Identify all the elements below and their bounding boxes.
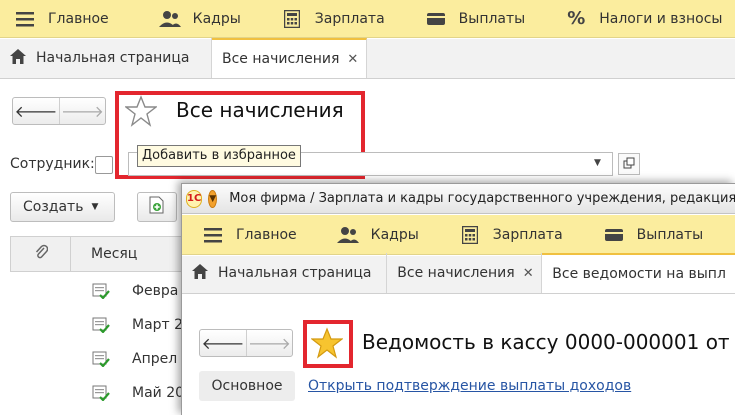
menu-item-taxes[interactable]: % Налоги и взносы <box>535 0 732 38</box>
month-column-header[interactable]: Месяц <box>71 246 137 262</box>
window-titlebar: 1С ▼ Моя фирма / Зарплата и кадры госуда… <box>182 184 735 214</box>
menu-item-label: Главное <box>236 226 297 243</box>
month-cell: Март 2 <box>132 317 184 333</box>
employee-label: Сотрудник: <box>10 156 95 172</box>
arrow-left-icon: 🡐 <box>14 102 58 121</box>
tab-home-label: Начальная страница <box>218 265 372 281</box>
wallet-icon <box>425 8 447 30</box>
tab-bar: Начальная страница Все начисления ✕ <box>0 38 735 79</box>
employee-checkbox[interactable] <box>95 156 113 174</box>
month-cell: Февра <box>132 283 179 299</box>
window-caption: Моя фирма / Зарплата и кадры государстве… <box>229 191 735 206</box>
document-title: Ведомость в кассу 0000-000001 от <box>362 330 730 354</box>
table-header: Месяц <box>10 236 185 272</box>
chevron-down-icon[interactable]: ▼ <box>594 158 601 168</box>
month-cell: Май 20 <box>132 385 185 401</box>
main-section-button[interactable]: Основное <box>199 371 295 401</box>
open-payment-confirmation-link[interactable]: Открыть подтверждение выплаты доходов <box>308 378 631 394</box>
table-row[interactable]: Март 2 <box>10 308 185 342</box>
navigation-buttons: 🡐 🡒 <box>199 329 293 357</box>
tab-home[interactable]: Начальная страница <box>182 253 388 293</box>
paperclip-icon <box>34 244 48 264</box>
add-document-icon <box>149 196 165 218</box>
main-section-label: Основное <box>211 378 283 394</box>
hamburger-icon <box>14 8 36 30</box>
table-row[interactable]: Май 20 <box>10 376 185 410</box>
back-button[interactable]: 🡐 <box>13 98 59 124</box>
tab-label: Все ведомости на выпл <box>552 266 726 282</box>
people-icon <box>336 224 359 246</box>
menu-item-main[interactable]: Главное <box>0 0 119 38</box>
menu-item-salary[interactable]: Зарплата <box>251 0 395 38</box>
app-logo-icon: 1С <box>186 189 203 208</box>
menu-item-label: Налоги и взносы <box>599 10 723 27</box>
percent-icon: % <box>567 8 586 29</box>
people-icon <box>158 8 181 30</box>
menu-item-hr[interactable]: Кадры <box>119 0 251 38</box>
calculator-icon <box>281 8 303 30</box>
menu-item-hr[interactable]: Кадры <box>307 216 429 254</box>
wallet-icon <box>603 224 625 246</box>
favorite-tooltip: Добавить в избранное <box>137 145 301 167</box>
chevron-down-icon: ▼ <box>91 202 99 212</box>
add-document-button[interactable] <box>137 192 177 222</box>
attachment-column-header[interactable] <box>11 237 71 271</box>
create-label: Создать <box>23 199 84 215</box>
back-button[interactable]: 🡐 <box>200 330 246 356</box>
navigation-buttons: 🡐 🡒 <box>12 97 106 125</box>
month-cell: Апрел <box>132 351 178 367</box>
document-check-icon <box>92 283 110 300</box>
tab-all-accruals[interactable]: Все начисления ✕ <box>387 253 543 293</box>
tab-all-accruals[interactable]: Все начисления ✕ <box>212 38 367 78</box>
table-row[interactable]: Апрел <box>10 342 185 376</box>
close-icon[interactable]: ✕ <box>347 52 358 67</box>
document-check-icon <box>92 351 110 368</box>
open-button[interactable] <box>618 153 640 175</box>
document-check-icon <box>92 385 110 402</box>
arrow-right-icon: 🡒 <box>248 334 291 353</box>
menu-item-label: Кадры <box>192 10 241 27</box>
second-window: 1С ▼ Моя фирма / Зарплата и кадры госуда… <box>181 183 735 415</box>
tab-label: Все начисления <box>222 51 340 67</box>
main-menu-bar: Главное Кадры Зарплата Выплаты <box>182 215 735 255</box>
menu-item-label: Выплаты <box>636 226 704 243</box>
menu-item-salary[interactable]: Зарплата <box>429 216 573 254</box>
close-icon[interactable]: ✕ <box>523 266 534 281</box>
menu-item-label: Зарплата <box>492 226 563 243</box>
create-button[interactable]: Создать ▼ <box>10 192 115 222</box>
arrow-left-icon: 🡐 <box>201 334 245 353</box>
home-icon <box>10 48 26 68</box>
menu-item-main[interactable]: Главное <box>182 216 307 254</box>
calculator-icon <box>459 224 481 246</box>
tab-bar: Начальная страница Все начисления ✕ Все … <box>182 253 735 294</box>
menu-item-label: Выплаты <box>458 10 526 27</box>
menu-item-payments[interactable]: Выплаты <box>395 0 536 38</box>
tab-home-label: Начальная страница <box>36 50 190 66</box>
menu-item-label: Главное <box>48 10 109 27</box>
open-window-icon <box>623 157 635 172</box>
document-check-icon <box>92 317 110 334</box>
home-icon <box>192 263 208 283</box>
forward-button[interactable]: 🡒 <box>59 98 105 124</box>
highlight-frame <box>303 320 353 368</box>
tab-all-statements[interactable]: Все ведомости на выпл <box>542 253 735 293</box>
tab-home[interactable]: Начальная страница <box>0 38 212 78</box>
menu-item-payments[interactable]: Выплаты <box>573 216 714 254</box>
arrow-right-icon: 🡒 <box>61 102 104 121</box>
main-menu-dropdown-icon[interactable]: ▼ <box>208 189 218 208</box>
menu-item-label: Кадры <box>370 226 419 243</box>
main-menu-bar: Главное Кадры Зарплата Выплаты % Налоги … <box>0 0 735 38</box>
table-row[interactable]: Февра <box>10 274 185 308</box>
tab-label: Все начисления <box>397 265 515 281</box>
menu-item-label: Зарплата <box>314 10 385 27</box>
forward-button[interactable]: 🡒 <box>246 330 292 356</box>
hamburger-icon <box>202 224 224 246</box>
